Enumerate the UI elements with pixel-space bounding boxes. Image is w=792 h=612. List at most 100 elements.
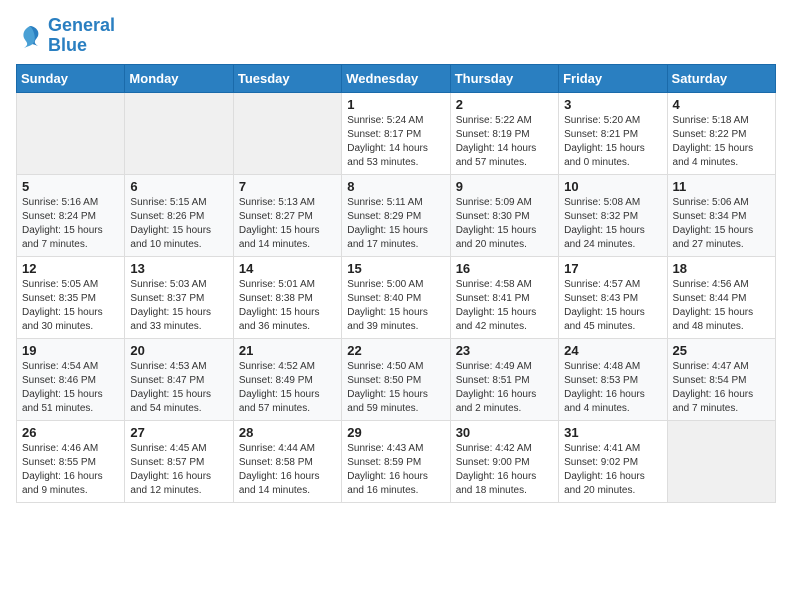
- cell-sun-info: Sunrise: 5:13 AM Sunset: 8:27 PM Dayligh…: [239, 196, 336, 252]
- calendar-header-row: SundayMondayTuesdayWednesdayThursdayFrid…: [17, 64, 776, 92]
- calendar-cell: 17 Sunrise: 4:57 AM Sunset: 8:43 PM Dayli…: [559, 256, 667, 338]
- cell-sun-info: Sunrise: 4:57 AM Sunset: 8:43 PM Dayligh…: [564, 278, 661, 334]
- cell-sun-info: Sunrise: 5:20 AM Sunset: 8:21 PM Dayligh…: [564, 114, 661, 170]
- calendar-cell: [233, 92, 341, 174]
- calendar-cell: [125, 92, 233, 174]
- calendar-cell: 3 Sunrise: 5:20 AM Sunset: 8:21 PM Daylig…: [559, 92, 667, 174]
- calendar-cell: 18 Sunrise: 4:56 AM Sunset: 8:44 PM Dayli…: [667, 256, 775, 338]
- cell-sun-info: Sunrise: 5:18 AM Sunset: 8:22 PM Dayligh…: [673, 114, 770, 170]
- calendar-body: 1 Sunrise: 5:24 AM Sunset: 8:17 PM Daylig…: [17, 92, 776, 502]
- day-number: 17: [564, 261, 661, 276]
- day-number: 11: [673, 179, 770, 194]
- calendar-cell: 13 Sunrise: 5:03 AM Sunset: 8:37 PM Dayli…: [125, 256, 233, 338]
- day-number: 7: [239, 179, 336, 194]
- col-header-tuesday: Tuesday: [233, 64, 341, 92]
- calendar-week-4: 19 Sunrise: 4:54 AM Sunset: 8:46 PM Dayli…: [17, 338, 776, 420]
- day-number: 4: [673, 97, 770, 112]
- day-number: 29: [347, 425, 444, 440]
- calendar-week-2: 5 Sunrise: 5:16 AM Sunset: 8:24 PM Daylig…: [17, 174, 776, 256]
- calendar-cell: 21 Sunrise: 4:52 AM Sunset: 8:49 PM Dayli…: [233, 338, 341, 420]
- day-number: 19: [22, 343, 119, 358]
- calendar-cell: 14Sunrise: 5:01 AM Sunset: 8:38 PM Dayli…: [233, 256, 341, 338]
- cell-sun-info: Sunrise: 5:09 AM Sunset: 8:30 PM Dayligh…: [456, 196, 553, 252]
- day-number: 3: [564, 97, 661, 112]
- calendar-cell: 15 Sunrise: 5:00 AM Sunset: 8:40 PM Dayli…: [342, 256, 450, 338]
- cell-sun-info: Sunrise: 4:45 AM Sunset: 8:57 PM Dayligh…: [130, 442, 227, 498]
- day-number: 22: [347, 343, 444, 358]
- cell-sun-info: Sunrise: 4:47 AM Sunset: 8:54 PM Dayligh…: [673, 360, 770, 416]
- calendar-cell: 4 Sunrise: 5:18 AM Sunset: 8:22 PM Daylig…: [667, 92, 775, 174]
- col-header-thursday: Thursday: [450, 64, 558, 92]
- day-number: 12: [22, 261, 119, 276]
- cell-sun-info: Sunrise: 4:56 AM Sunset: 8:44 PM Dayligh…: [673, 278, 770, 334]
- calendar-week-1: 1 Sunrise: 5:24 AM Sunset: 8:17 PM Daylig…: [17, 92, 776, 174]
- calendar-cell: 1 Sunrise: 5:24 AM Sunset: 8:17 PM Daylig…: [342, 92, 450, 174]
- cell-sun-info: Sunrise: 5:22 AM Sunset: 8:19 PM Dayligh…: [456, 114, 553, 170]
- cell-sun-info: Sunrise: 5:16 AM Sunset: 8:24 PM Dayligh…: [22, 196, 119, 252]
- calendar-week-3: 12 Sunrise: 5:05 AM Sunset: 8:35 PM Dayli…: [17, 256, 776, 338]
- calendar-cell: 22 Sunrise: 4:50 AM Sunset: 8:50 PM Dayli…: [342, 338, 450, 420]
- cell-sun-info: Sunrise: 5:03 AM Sunset: 8:37 PM Dayligh…: [130, 278, 227, 334]
- logo: General Blue: [16, 16, 115, 56]
- calendar-cell: 16 Sunrise: 4:58 AM Sunset: 8:41 PM Dayli…: [450, 256, 558, 338]
- day-number: 13: [130, 261, 227, 276]
- calendar-cell: 23Sunrise: 4:49 AM Sunset: 8:51 PM Dayli…: [450, 338, 558, 420]
- day-number: 25: [673, 343, 770, 358]
- calendar-cell: 25 Sunrise: 4:47 AM Sunset: 8:54 PM Dayli…: [667, 338, 775, 420]
- calendar-cell: 24Sunrise: 4:48 AM Sunset: 8:53 PM Dayli…: [559, 338, 667, 420]
- calendar-cell: [667, 420, 775, 502]
- cell-sun-info: Sunrise: 4:53 AM Sunset: 8:47 PM Dayligh…: [130, 360, 227, 416]
- calendar-cell: 26 Sunrise: 4:46 AM Sunset: 8:55 PM Dayli…: [17, 420, 125, 502]
- cell-sun-info: Sunrise: 5:05 AM Sunset: 8:35 PM Dayligh…: [22, 278, 119, 334]
- calendar-cell: 5 Sunrise: 5:16 AM Sunset: 8:24 PM Daylig…: [17, 174, 125, 256]
- cell-sun-info: Sunrise: 4:48 AM Sunset: 8:53 PM Dayligh…: [564, 360, 661, 416]
- day-number: 30: [456, 425, 553, 440]
- cell-sun-info: Sunrise: 5:06 AM Sunset: 8:34 PM Dayligh…: [673, 196, 770, 252]
- day-number: 23: [456, 343, 553, 358]
- day-number: 6: [130, 179, 227, 194]
- cell-sun-info: Sunrise: 4:58 AM Sunset: 8:41 PM Dayligh…: [456, 278, 553, 334]
- cell-sun-info: Sunrise: 4:44 AM Sunset: 8:58 PM Dayligh…: [239, 442, 336, 498]
- cell-sun-info: Sunrise: 5:15 AM Sunset: 8:26 PM Dayligh…: [130, 196, 227, 252]
- cell-sun-info: Sunrise: 5:00 AM Sunset: 8:40 PM Dayligh…: [347, 278, 444, 334]
- day-number: 21: [239, 343, 336, 358]
- cell-sun-info: Sunrise: 5:01 AM Sunset: 8:38 PM Dayligh…: [239, 278, 336, 334]
- calendar-cell: 19 Sunrise: 4:54 AM Sunset: 8:46 PM Dayli…: [17, 338, 125, 420]
- calendar-cell: 11 Sunrise: 5:06 AM Sunset: 8:34 PM Dayli…: [667, 174, 775, 256]
- cell-sun-info: Sunrise: 4:54 AM Sunset: 8:46 PM Dayligh…: [22, 360, 119, 416]
- cell-sun-info: Sunrise: 5:24 AM Sunset: 8:17 PM Dayligh…: [347, 114, 444, 170]
- day-number: 1: [347, 97, 444, 112]
- calendar-cell: [17, 92, 125, 174]
- day-number: 8: [347, 179, 444, 194]
- cell-sun-info: Sunrise: 4:50 AM Sunset: 8:50 PM Dayligh…: [347, 360, 444, 416]
- calendar-cell: 28Sunrise: 4:44 AM Sunset: 8:58 PM Dayli…: [233, 420, 341, 502]
- calendar-cell: 9 Sunrise: 5:09 AM Sunset: 8:30 PM Daylig…: [450, 174, 558, 256]
- col-header-sunday: Sunday: [17, 64, 125, 92]
- day-number: 27: [130, 425, 227, 440]
- cell-sun-info: Sunrise: 4:43 AM Sunset: 8:59 PM Dayligh…: [347, 442, 444, 498]
- col-header-monday: Monday: [125, 64, 233, 92]
- day-number: 15: [347, 261, 444, 276]
- calendar-cell: 10 Sunrise: 5:08 AM Sunset: 8:32 PM Dayli…: [559, 174, 667, 256]
- cell-sun-info: Sunrise: 4:52 AM Sunset: 8:49 PM Dayligh…: [239, 360, 336, 416]
- day-number: 2: [456, 97, 553, 112]
- day-number: 10: [564, 179, 661, 194]
- calendar-cell: 30 Sunrise: 4:42 AM Sunset: 9:00 PM Dayli…: [450, 420, 558, 502]
- day-number: 20: [130, 343, 227, 358]
- day-number: 16: [456, 261, 553, 276]
- cell-sun-info: Sunrise: 4:41 AM Sunset: 9:02 PM Dayligh…: [564, 442, 661, 498]
- calendar-cell: 6 Sunrise: 5:15 AM Sunset: 8:26 PM Daylig…: [125, 174, 233, 256]
- calendar-cell: 2 Sunrise: 5:22 AM Sunset: 8:19 PM Daylig…: [450, 92, 558, 174]
- day-number: 26: [22, 425, 119, 440]
- col-header-friday: Friday: [559, 64, 667, 92]
- day-number: 31: [564, 425, 661, 440]
- cell-sun-info: Sunrise: 4:42 AM Sunset: 9:00 PM Dayligh…: [456, 442, 553, 498]
- cell-sun-info: Sunrise: 5:08 AM Sunset: 8:32 PM Dayligh…: [564, 196, 661, 252]
- day-number: 9: [456, 179, 553, 194]
- calendar-cell: 29 Sunrise: 4:43 AM Sunset: 8:59 PM Dayli…: [342, 420, 450, 502]
- day-number: 18: [673, 261, 770, 276]
- calendar-cell: 27 Sunrise: 4:45 AM Sunset: 8:57 PM Dayli…: [125, 420, 233, 502]
- cell-sun-info: Sunrise: 4:46 AM Sunset: 8:55 PM Dayligh…: [22, 442, 119, 498]
- day-number: 5: [22, 179, 119, 194]
- calendar-cell: 20 Sunrise: 4:53 AM Sunset: 8:47 PM Dayli…: [125, 338, 233, 420]
